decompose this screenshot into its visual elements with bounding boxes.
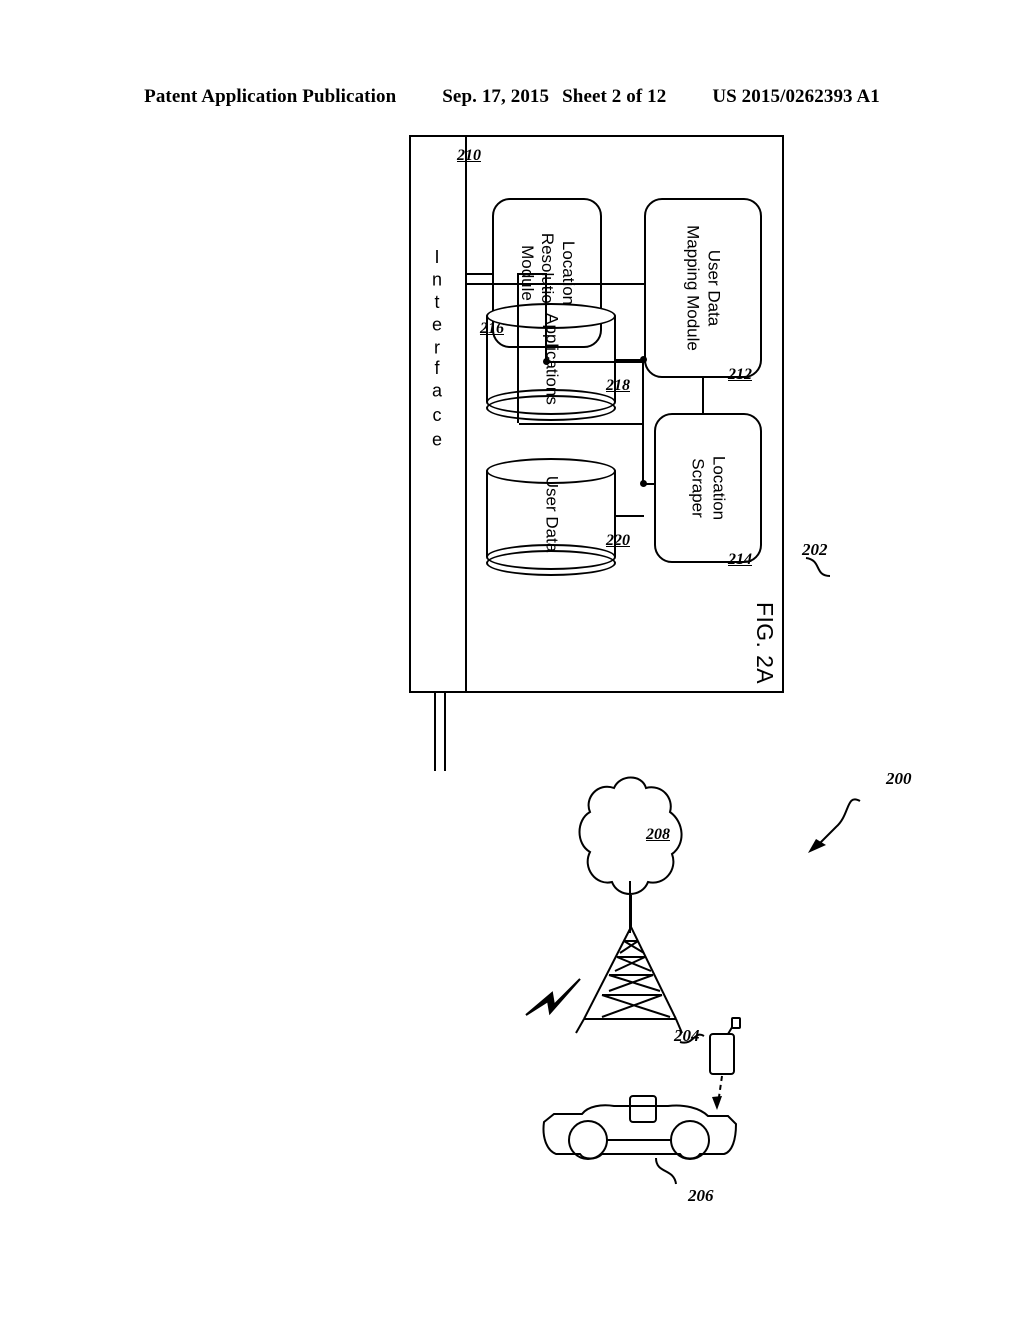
reference-numeral-202: 202	[802, 540, 828, 559]
interface-letter: a	[431, 380, 443, 401]
reference-numeral-214: 214	[728, 551, 752, 568]
module-user-data-mapping-label: User Data Mapping Module	[684, 225, 724, 351]
rotated-drawing-canvas: 200 202 User Data Mapping Module 212 Loc…	[142, 123, 912, 1253]
datastore-user-data-label: User Data	[542, 475, 562, 553]
connector-bus-to-lrm	[517, 273, 519, 423]
interface-letter: c	[432, 405, 442, 426]
connector-udmm-to-interface	[467, 283, 644, 285]
reference-numeral-206: 206	[688, 1186, 714, 1205]
connector-lrm-riser	[519, 273, 547, 275]
reference-numeral-204: 204	[674, 1026, 700, 1045]
reference-numeral-210: 210	[457, 147, 481, 164]
interface-letter: n	[431, 269, 443, 290]
junction-dot-lrm	[543, 358, 550, 365]
interface-bar[interactable]: I n t e r f a c e 210	[409, 135, 481, 693]
connector-mid-bus	[547, 361, 644, 363]
vehicle-group[interactable]: 204 206	[522, 1017, 752, 1228]
connector-interface-to-cloud-b	[434, 693, 436, 771]
reference-numeral-220: 220	[606, 532, 630, 549]
reference-numeral-208: 208	[646, 826, 670, 843]
junction-dot-scraper	[640, 480, 647, 487]
interface-letter: I	[434, 247, 440, 268]
module-location-scraper-label: Location Scraper	[689, 455, 729, 521]
connector-scraper-to-bus	[642, 423, 644, 485]
figure-stage: 200 202 User Data Mapping Module 212 Loc…	[0, 0, 1024, 1320]
figure-caption: FIG. 2A	[752, 602, 778, 685]
interface-letter: e	[431, 429, 443, 450]
connector-vertical-bus	[519, 423, 644, 425]
interface-letter: r	[434, 337, 440, 358]
datastore-applications[interactable]: Applications 218	[486, 303, 630, 421]
interface-letter: t	[434, 292, 440, 313]
module-location-scraper[interactable]: Location Scraper 214	[654, 413, 762, 568]
junction-dot-applications	[640, 356, 647, 363]
connector-interface-to-cloud-a	[444, 693, 446, 771]
datastore-user-data[interactable]: User Data 220	[486, 458, 630, 576]
connector-udmm-to-scraper	[702, 378, 704, 413]
connector-bus-to-userdata	[616, 515, 644, 517]
interface-letter: f	[434, 358, 440, 379]
connector-applications-branch	[642, 359, 644, 423]
module-user-data-mapping[interactable]: User Data Mapping Module 212	[644, 198, 762, 383]
interface-label: I n t e r f a c e	[427, 247, 448, 450]
interface-letter: e	[431, 314, 443, 335]
connector-udmm-to-lrm-bus	[545, 273, 547, 363]
connector-lrm-to-interface	[467, 273, 492, 275]
callout-200: 200	[790, 769, 912, 903]
reference-numeral-212: 212	[728, 366, 752, 383]
reference-numeral-218: 218	[606, 377, 630, 394]
reference-numeral-200: 200	[886, 769, 912, 788]
